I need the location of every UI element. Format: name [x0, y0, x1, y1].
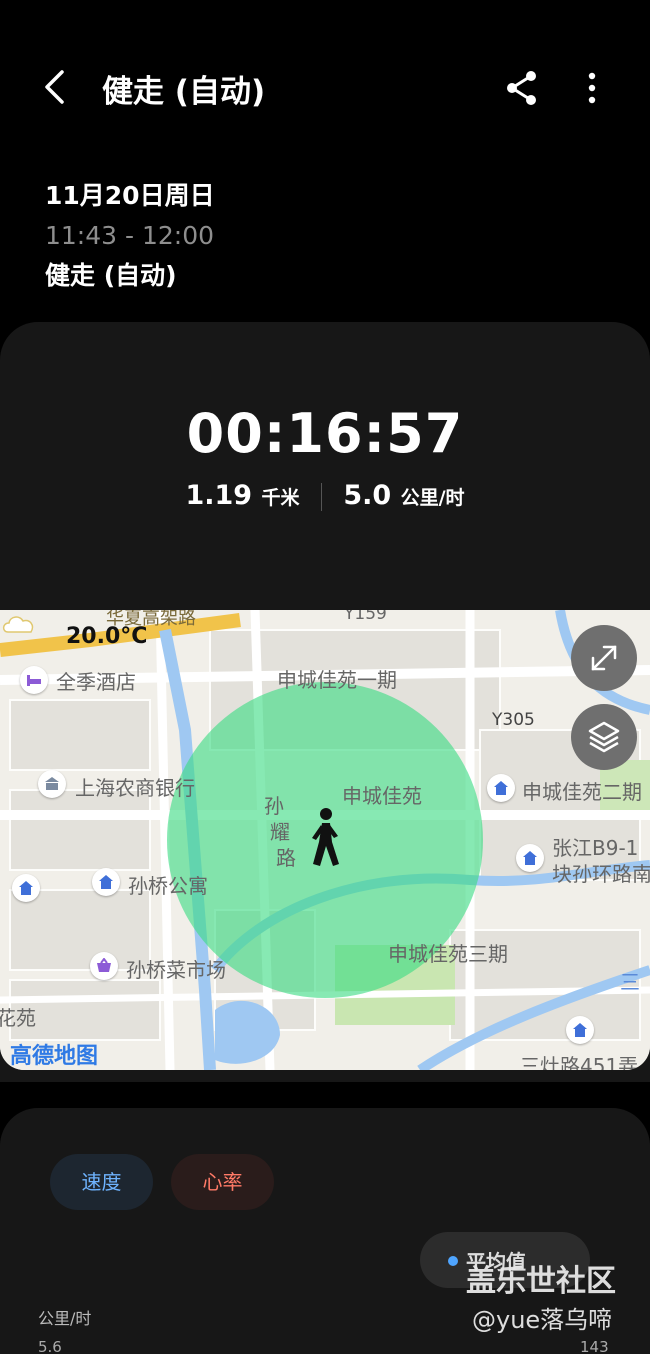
map-label-apartment: 孙桥公寓: [128, 874, 208, 898]
share-button[interactable]: [500, 66, 544, 110]
watermark-community: 盖乐世社区: [466, 1264, 616, 1299]
distance-value: 1.19: [185, 480, 253, 511]
map-label-y159: Y159: [344, 610, 387, 624]
map-label-y305: Y305: [492, 710, 535, 730]
exercise-type: 健走 (自动): [45, 261, 177, 290]
speed-value: 5.0: [343, 480, 392, 511]
cloud-icon: [2, 616, 34, 633]
map-label-residence-1: 申城佳苑一期: [277, 668, 397, 692]
map-label-zhangjiang-2: 块孙环路南: [552, 862, 650, 886]
tab-heart-rate[interactable]: 心率: [171, 1154, 274, 1210]
walking-person-icon: [312, 808, 339, 866]
back-arrow-icon: [45, 70, 64, 104]
map-label-huaxia: 华夏高架路: [106, 610, 196, 629]
speed-unit: 公里/时: [400, 487, 465, 509]
map-label-residence-main: 申城佳苑: [342, 784, 422, 808]
series-dot-icon: [448, 1256, 458, 1266]
map-label-bank: 上海农商银行: [75, 776, 195, 800]
map-label-sanzao: 三灶路451弄: [520, 1054, 639, 1070]
zhangjiang-icon: [516, 844, 544, 872]
share-icon: [507, 71, 536, 105]
home-icon-left: [12, 874, 40, 902]
map-provider-logo: 高德地图: [10, 1044, 99, 1069]
exercise-time-range: 11:43 - 12:00: [45, 221, 215, 250]
map-label-zhangjiang-1: 张江B9-1: [552, 836, 639, 860]
chart-y-top-value: 5.6: [38, 1338, 62, 1354]
map-label-hotel: 全季酒店: [56, 670, 136, 694]
exercise-date: 11月20日周日: [45, 181, 215, 210]
app-header: 健走 (自动): [0, 0, 650, 170]
chart-y-unit: 公里/时: [38, 1309, 92, 1328]
back-button[interactable]: [38, 64, 78, 110]
more-vertical-icon: [588, 72, 596, 104]
stats-divider: [320, 482, 322, 511]
chart-right-value: 143: [580, 1338, 609, 1354]
page-title: 健走 (自动): [102, 74, 266, 110]
market-icon: [90, 952, 118, 980]
expand-icon: [591, 645, 617, 671]
hotel-icon: [20, 666, 48, 694]
residence-2-icon: [487, 774, 515, 802]
map-label-residence-2: 申城佳苑二期: [522, 780, 642, 804]
bank-icon: [38, 770, 66, 798]
map-label-residence-3: 申城佳苑三期: [388, 942, 508, 966]
map-layers-button[interactable]: [571, 704, 637, 770]
apartment-icon: [92, 868, 120, 896]
summary-stats: 1.19 千米 5.0 公里/时: [0, 480, 650, 511]
map-label-road-sunyao-2: 耀: [270, 820, 290, 844]
layers-icon: [588, 721, 620, 753]
tab-speed[interactable]: 速度: [50, 1154, 153, 1210]
distance-unit: 千米: [261, 487, 300, 509]
map-label-market: 孙桥菜市场: [126, 958, 226, 982]
exercise-info: 11月20日周日 11:43 - 12:00 健走 (自动): [45, 176, 215, 296]
map-label-road-sunyao-1: 孙: [264, 794, 284, 818]
watermark-user: @yue落乌啼: [472, 1306, 613, 1334]
more-options-button[interactable]: [572, 66, 612, 110]
map-label-road-sunyao-3: 路: [276, 846, 296, 870]
sanzao-icon: [566, 1016, 594, 1044]
duration-value: 00:16:57: [186, 402, 464, 465]
map-label-san: 三: [620, 970, 640, 994]
expand-map-button[interactable]: [571, 625, 637, 691]
map-label-garden: 花苑: [0, 1006, 36, 1030]
route-map[interactable]: 20.0°C 全季酒店 申城佳苑一期 Y159 华夏高架路 Y305 上海农商银…: [0, 610, 650, 1070]
